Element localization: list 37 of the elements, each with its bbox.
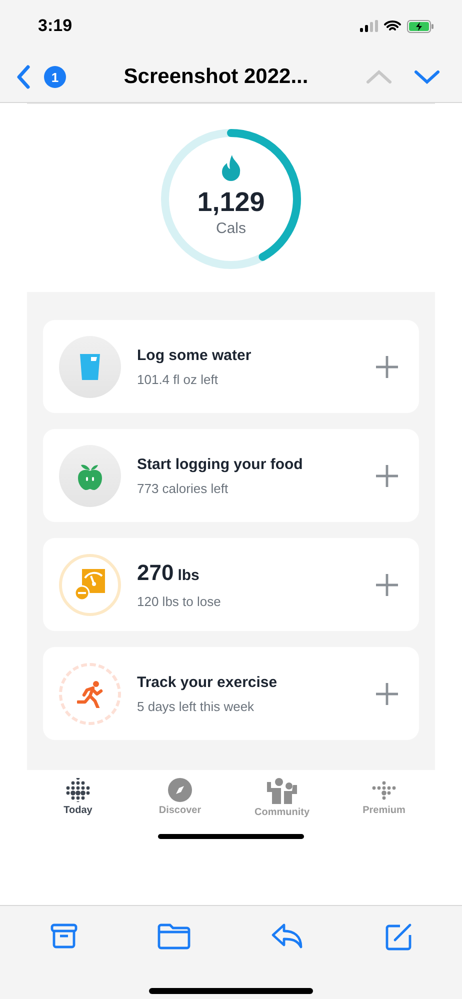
people-icon xyxy=(267,778,297,804)
wifi-icon xyxy=(384,20,401,32)
archive-icon[interactable] xyxy=(50,922,78,950)
dots-icon xyxy=(65,778,91,802)
window-title: Screenshot 2022... xyxy=(122,65,310,89)
tracker-card[interactable]: Track your exercise 5 days left this week xyxy=(43,647,419,740)
tracker-card[interactable]: Start logging your food 773 calories left xyxy=(43,429,419,522)
runner-icon xyxy=(77,680,103,708)
calorie-unit: Cals xyxy=(216,220,246,237)
plus-icon[interactable] xyxy=(375,354,399,378)
tracker-card[interactable]: 270 lbs 120 lbs to lose xyxy=(43,538,419,631)
plus-icon[interactable] xyxy=(375,682,399,706)
weight-value: 270 xyxy=(137,560,174,586)
unread-badge: 1 xyxy=(44,66,66,88)
status-time: 3:19 xyxy=(38,16,72,36)
plus-icon[interactable] xyxy=(375,572,399,596)
back-icon[interactable] xyxy=(16,65,30,89)
weight-unit: lbs xyxy=(178,567,200,584)
battery-icon xyxy=(407,20,434,32)
tab[interactable]: Today xyxy=(38,778,118,818)
card-title: Start logging your food xyxy=(137,456,304,472)
flame-icon xyxy=(221,155,241,181)
card-subtitle: 773 calories left xyxy=(137,480,230,496)
compass-icon xyxy=(168,778,192,802)
glass-icon xyxy=(80,354,100,380)
card-title: Track your exercise xyxy=(137,674,278,690)
plus-icon[interactable] xyxy=(375,464,399,488)
calorie-count: 1,129 xyxy=(197,187,265,218)
card-title: Log some water xyxy=(137,346,252,364)
scale-icon xyxy=(75,568,105,600)
reply-icon[interactable] xyxy=(270,922,304,950)
tracker-card[interactable]: Log some water 101.4 fl oz left xyxy=(43,320,419,413)
folder-icon[interactable] xyxy=(156,922,190,950)
card-subtitle: 120 lbs to lose xyxy=(137,594,222,609)
signal-icon xyxy=(360,20,378,32)
card-subtitle: 5 days left this week xyxy=(137,698,256,714)
card-subtitle: 101.4 fl oz left xyxy=(137,372,219,386)
